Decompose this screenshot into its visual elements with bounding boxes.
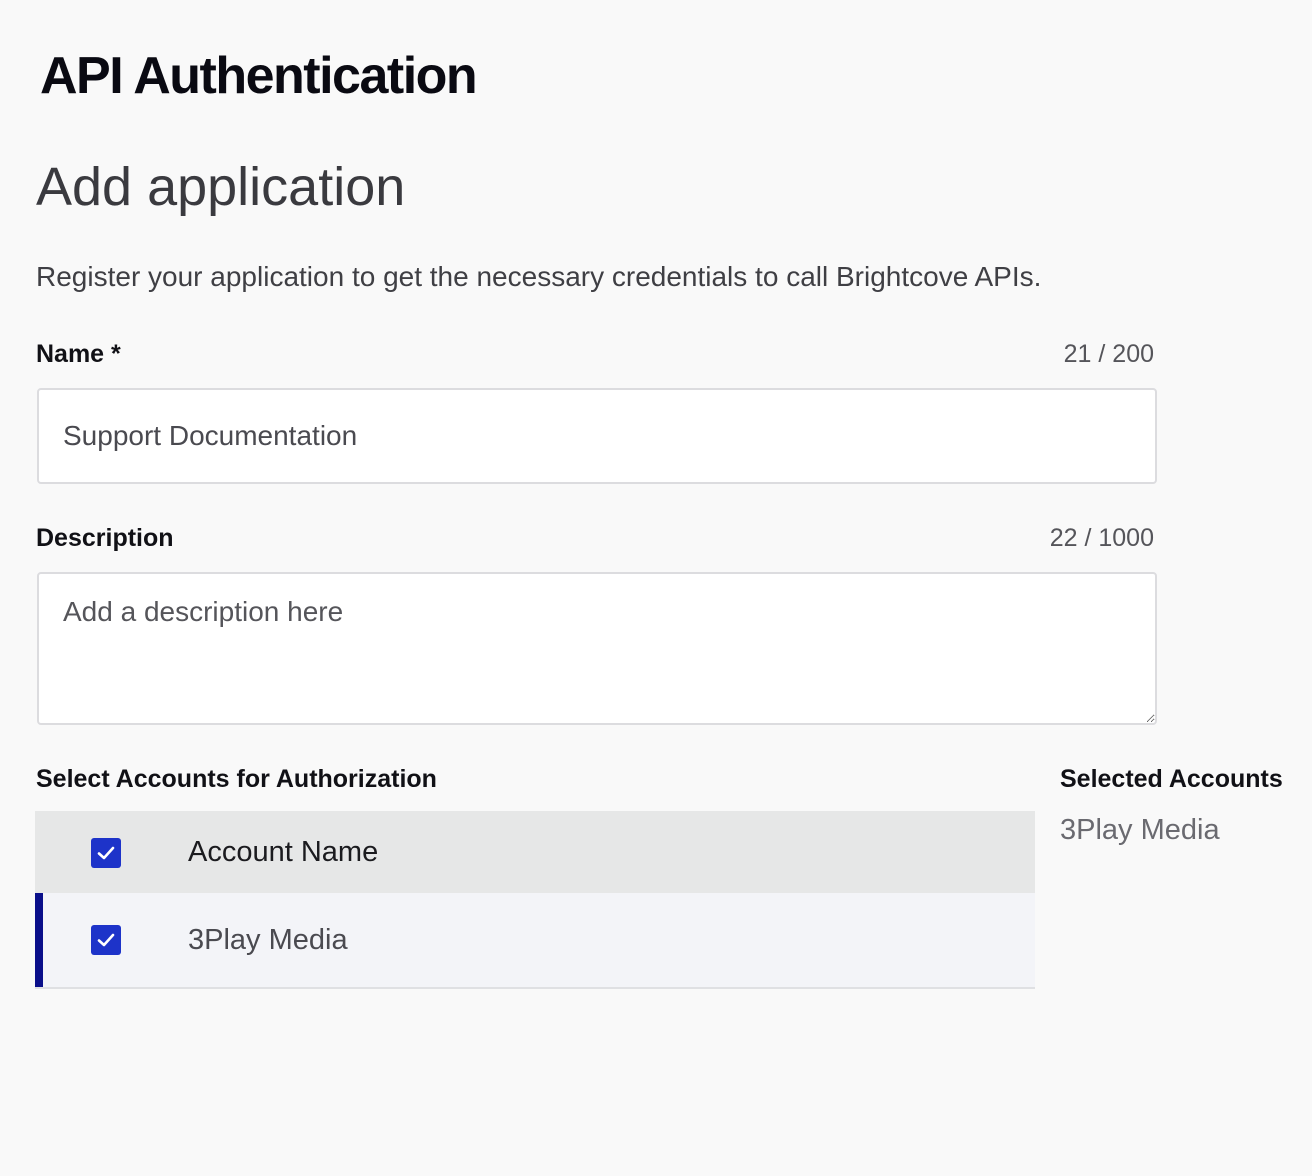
table-row[interactable]: 3Play Media (35, 893, 1035, 989)
accounts-table: Account Name 3Play Media (35, 811, 1035, 989)
name-char-counter: 21 / 200 (1063, 340, 1154, 368)
account-name-column-header: Account Name (188, 836, 379, 868)
page-title: Add application (36, 157, 406, 217)
select-all-checkbox[interactable] (91, 838, 121, 868)
app-title: API Authentication (40, 47, 478, 105)
check-icon (97, 933, 115, 947)
selected-accounts-label: Selected Accounts (1060, 765, 1283, 793)
selected-account-item: 3Play Media (1060, 814, 1220, 846)
check-icon (97, 846, 115, 860)
description-label: Description (36, 524, 174, 552)
select-accounts-label: Select Accounts for Authorization (36, 765, 437, 793)
description-textarea[interactable] (37, 572, 1157, 725)
description-char-counter: 22 / 1000 (1049, 524, 1154, 552)
intro-text: Register your application to get the nec… (36, 261, 1042, 292)
account-name-cell: 3Play Media (188, 924, 348, 956)
account-row-checkbox[interactable] (91, 925, 121, 955)
name-input[interactable] (37, 388, 1157, 484)
accounts-table-header: Account Name (35, 811, 1035, 893)
name-label: Name * (36, 340, 121, 368)
row-selected-indicator (35, 893, 43, 987)
